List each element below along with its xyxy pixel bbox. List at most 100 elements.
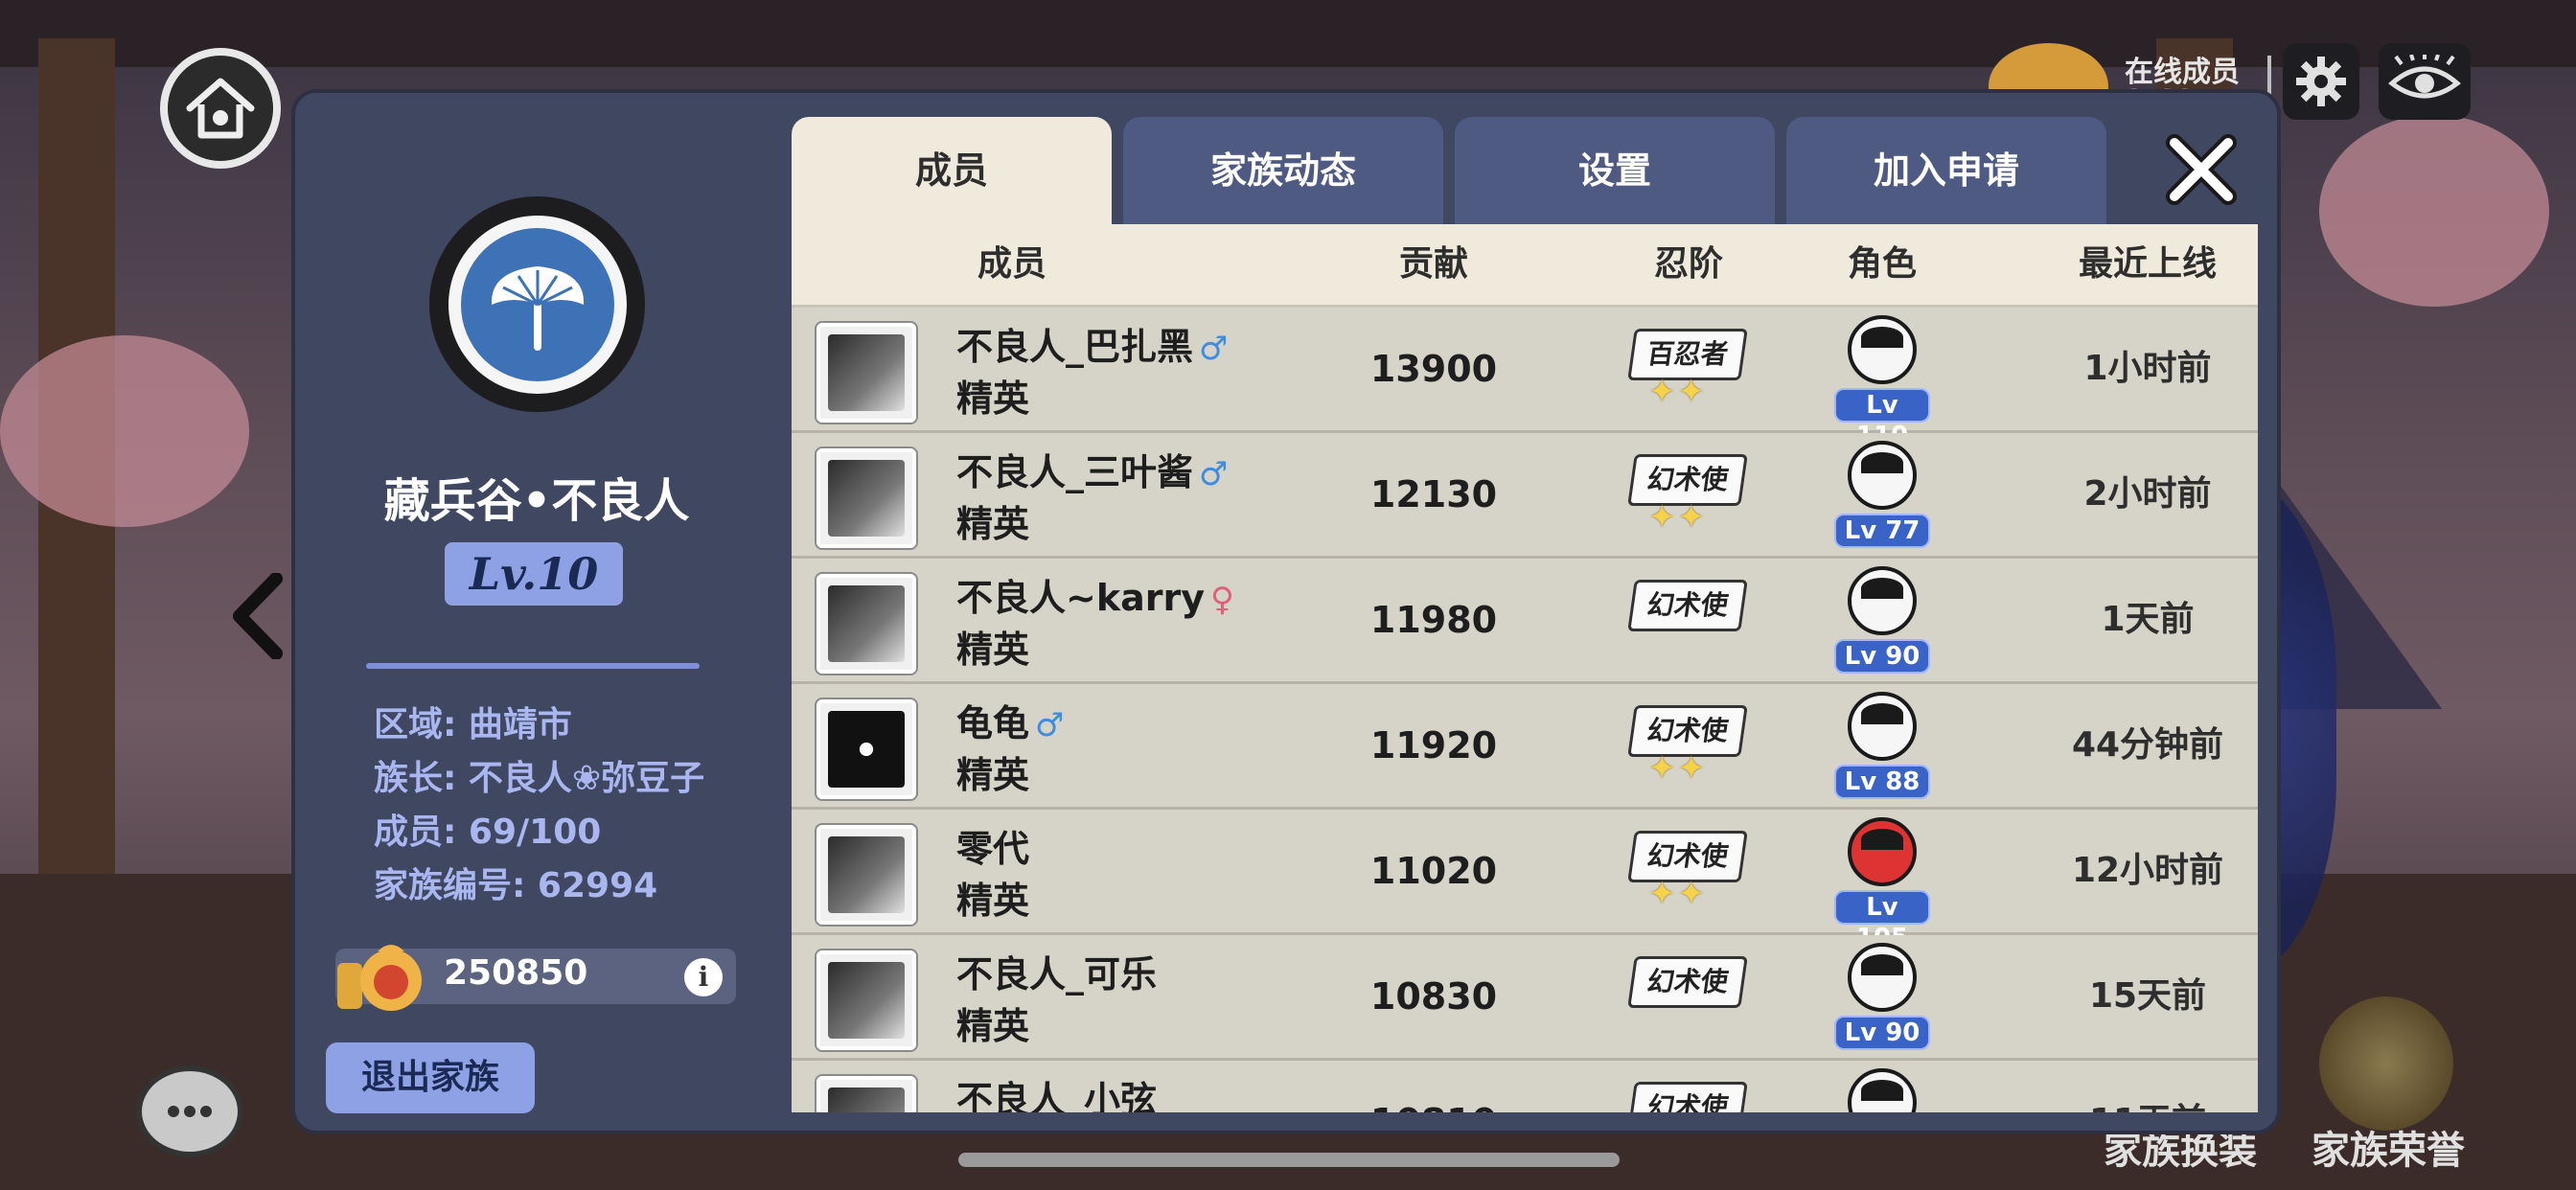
table-row[interactable]: 零代 精英 11020 幻术使 ✦✦ Lv 105 12小时前 xyxy=(792,810,2258,952)
info-icon[interactable]: i xyxy=(684,958,723,996)
cherry-blossom xyxy=(0,335,249,527)
back-chevron[interactable] xyxy=(230,570,288,675)
member-name: 不良人~karry ♀ xyxy=(956,577,1234,619)
member-avatar xyxy=(816,448,916,548)
role-portrait: Lv 110 xyxy=(1834,315,1930,450)
member-avatar xyxy=(816,1076,916,1112)
member-rank: 精英 xyxy=(956,629,1030,671)
role-level: Lv 90 xyxy=(1834,1016,1930,1050)
chevron-left-icon xyxy=(233,572,283,660)
settings-button[interactable] xyxy=(2283,43,2359,120)
member-last-online: 44分钟前 xyxy=(2071,725,2224,765)
member-contribution: 10810 xyxy=(1338,1061,1530,1112)
money-bag-icon xyxy=(337,945,422,1011)
header-member: 成员 xyxy=(977,244,1046,284)
ninja-rank-badge: 百忍者 ✦✦ xyxy=(1627,327,1748,413)
member-avatar xyxy=(816,950,916,1050)
member-name: 龟龟 ♂ xyxy=(956,702,1065,744)
home-indicator[interactable] xyxy=(958,1153,1620,1167)
clan-name: 藏兵谷•不良人 xyxy=(383,474,690,528)
member-rank: 精英 xyxy=(956,503,1030,545)
ninja-rank-badge: 幻术使 xyxy=(1627,1080,1748,1112)
table-row[interactable]: 不良人~karry ♀ 精英 11980 幻术使 Lv 90 1天前 xyxy=(792,559,2258,684)
ginkgo-leaf-icon xyxy=(491,265,584,351)
role-level: Lv 90 xyxy=(1834,639,1930,674)
member-contribution: 10830 xyxy=(1369,975,1498,1018)
member-last-online: 15天前 xyxy=(2088,976,2207,1016)
role-portrait: Lv 90 xyxy=(1834,943,1930,1050)
tab-clan-activity[interactable]: 家族动态 xyxy=(1123,117,1443,224)
member-contribution: 11980 xyxy=(1369,599,1498,641)
chat-button[interactable] xyxy=(136,1065,243,1157)
home-button[interactable] xyxy=(160,48,281,169)
clan-region: 区域: 曲靖市 xyxy=(374,705,572,744)
clan-level-badge: Lv.10 xyxy=(445,542,623,606)
gender-male-icon: ♂ xyxy=(1199,455,1229,493)
member-last-online: 12小时前 xyxy=(2071,851,2224,890)
table-header: 成员 贡献 忍阶 角色 最近上线 xyxy=(792,224,2258,308)
gender-male-icon: ♂ xyxy=(1035,706,1065,744)
clan-leader: 族长: 不良人❀弥豆子 xyxy=(374,759,705,798)
member-last-online: 1小时前 xyxy=(2083,349,2212,388)
role-portrait: Lv 90 xyxy=(1834,566,1930,674)
role-portrait: Lv 77 xyxy=(1834,441,1930,548)
member-avatar xyxy=(816,323,916,423)
member-avatar xyxy=(816,699,916,799)
member-avatar xyxy=(816,825,916,925)
member-contribution: 13900 xyxy=(1369,348,1498,390)
clan-honor-label[interactable]: 家族荣誉 xyxy=(2312,1119,2465,1175)
chat-bubble-icon xyxy=(168,1106,212,1117)
star-icon: ✦✦ xyxy=(1648,373,1707,411)
ninja-rank-badge: 幻术使 xyxy=(1627,954,1748,1041)
table-row[interactable]: 不良人_小弦 精英 10810 幻术使 11天前 xyxy=(792,1061,2258,1112)
role-portrait: Lv 105 xyxy=(1834,817,1930,952)
table-row[interactable]: 龟龟 ♂ 精英 11920 幻术使 ✦✦ Lv 88 44分钟前 xyxy=(792,684,2258,810)
divider xyxy=(366,663,700,669)
leave-clan-button[interactable]: 退出家族 xyxy=(326,1042,535,1113)
tab-join-requests[interactable]: 加入申请 xyxy=(1786,117,2106,224)
header-ninja-rank: 忍阶 xyxy=(1653,244,1723,284)
clan-funds: 250850 xyxy=(444,953,588,993)
table-row[interactable]: 不良人_可乐 精英 10830 幻术使 Lv 90 15天前 xyxy=(792,935,2258,1061)
member-rank: 精英 xyxy=(956,378,1030,420)
member-contribution: 11020 xyxy=(1369,850,1498,892)
table-row[interactable]: 不良人_巴扎黑♂ 精英 13900 百忍者 ✦✦ Lv 110 1小时前 xyxy=(792,308,2258,450)
role-level: Lv 105 xyxy=(1834,890,1930,952)
clan-id: 家族编号: 62994 xyxy=(374,866,658,905)
member-rank: 精英 xyxy=(956,1005,1030,1047)
eye-icon xyxy=(2388,55,2461,99)
cherry-blossom xyxy=(2319,115,2549,307)
tab-settings[interactable]: 设置 xyxy=(1455,117,1775,224)
online-label: 在线成员 xyxy=(2125,56,2240,89)
close-icon xyxy=(2166,134,2237,205)
role-level: Lv 77 xyxy=(1834,514,1930,548)
ninja-rank-badge: 幻术使 ✦✦ xyxy=(1627,829,1748,915)
header-role: 角色 xyxy=(1847,244,1917,284)
member-last-online: 11天前 xyxy=(2037,1061,2258,1112)
home-icon xyxy=(186,78,255,139)
role-level: Lv 88 xyxy=(1834,765,1930,799)
header-last-online: 最近上线 xyxy=(2078,244,2217,284)
gear-icon xyxy=(2296,57,2346,106)
member-avatar xyxy=(816,574,916,674)
member-last-online: 1天前 xyxy=(2101,600,2195,639)
clan-members: 成员: 69/100 xyxy=(374,812,602,852)
member-rank: 精英 xyxy=(956,880,1030,922)
member-name: 不良人_巴扎黑 ♂ xyxy=(956,326,1229,368)
clan-emblem xyxy=(429,196,645,412)
member-contribution: 12130 xyxy=(1369,473,1498,515)
visibility-button[interactable] xyxy=(2379,43,2471,120)
role-level: Lv 110 xyxy=(1834,388,1930,450)
member-table[interactable]: 成员 贡献 忍阶 角色 最近上线 不良人_巴扎黑 ♂ 精英 13900 百忍者 ✦… xyxy=(792,224,2258,1112)
tab-members[interactable]: 成员 xyxy=(792,117,1112,224)
ninja-rank-badge: 幻术使 ✦✦ xyxy=(1627,452,1748,538)
close-button[interactable] xyxy=(2158,126,2244,213)
table-row[interactable]: 不良人_三叶酱 ♂ 精英 12130 幻术使 ✦✦ Lv 77 2小时前 xyxy=(792,433,2258,559)
member-name: 零代 xyxy=(956,828,1030,870)
trophy-icon[interactable] xyxy=(2319,996,2453,1131)
member-name: 不良人_可乐 xyxy=(956,953,1158,995)
member-rank: 精英 xyxy=(956,754,1030,796)
member-name: 不良人_三叶酱 ♂ xyxy=(956,451,1229,493)
star-icon: ✦✦ xyxy=(1648,498,1707,537)
gender-male-icon: ♂ xyxy=(1199,330,1229,368)
